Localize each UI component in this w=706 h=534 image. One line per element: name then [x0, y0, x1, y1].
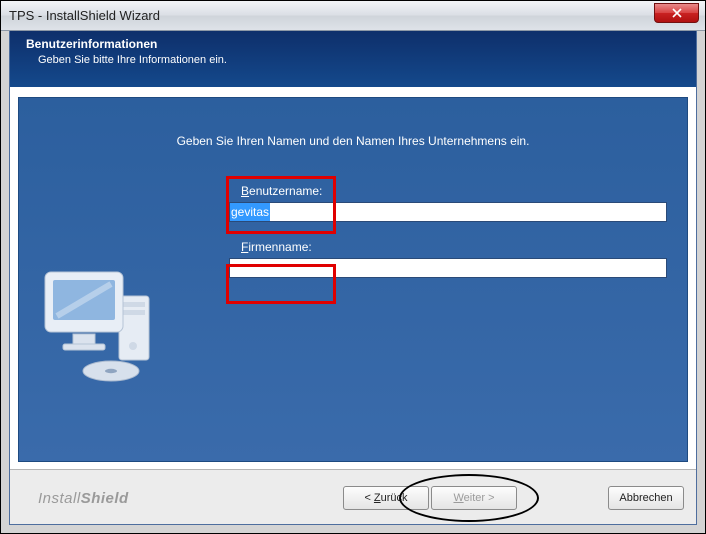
cancel-button[interactable]: Abbrechen: [608, 486, 684, 510]
username-value: gevitas: [230, 203, 270, 221]
installshield-brand: InstallShield: [38, 490, 129, 507]
close-button[interactable]: [654, 3, 699, 23]
next-button[interactable]: Weiter >: [431, 486, 517, 510]
company-row: Firmenname:: [229, 234, 667, 278]
main-panel: Geben Sie Ihren Namen und den Namen Ihre…: [18, 97, 688, 462]
form-prompt: Geben Sie Ihren Namen und den Namen Ihre…: [19, 134, 687, 148]
computer-illustration-icon: [33, 248, 173, 388]
form-area: Benutzername: gevitas Firmenname:: [229, 178, 667, 278]
close-icon: [672, 8, 682, 18]
username-row: Benutzername: gevitas: [229, 178, 667, 222]
wizard-footer: InstallShield < Zurück Weiter > Abbreche…: [10, 469, 696, 524]
username-label: Benutzername:: [229, 178, 667, 198]
company-label: Firmenname:: [229, 234, 667, 254]
username-input[interactable]: gevitas: [229, 202, 667, 222]
window-title: TPS - InstallShield Wizard: [9, 8, 160, 23]
client-area: Benutzerinformationen Geben Sie bitte Ih…: [9, 31, 697, 525]
header-subtitle: Geben Sie bitte Ihre Informationen ein.: [26, 54, 680, 66]
titlebar: TPS - InstallShield Wizard: [1, 1, 705, 31]
header-title: Benutzerinformationen: [26, 37, 680, 51]
back-button[interactable]: < Zurück: [343, 486, 429, 510]
company-input[interactable]: [229, 258, 667, 278]
wizard-header: Benutzerinformationen Geben Sie bitte Ih…: [10, 31, 696, 87]
